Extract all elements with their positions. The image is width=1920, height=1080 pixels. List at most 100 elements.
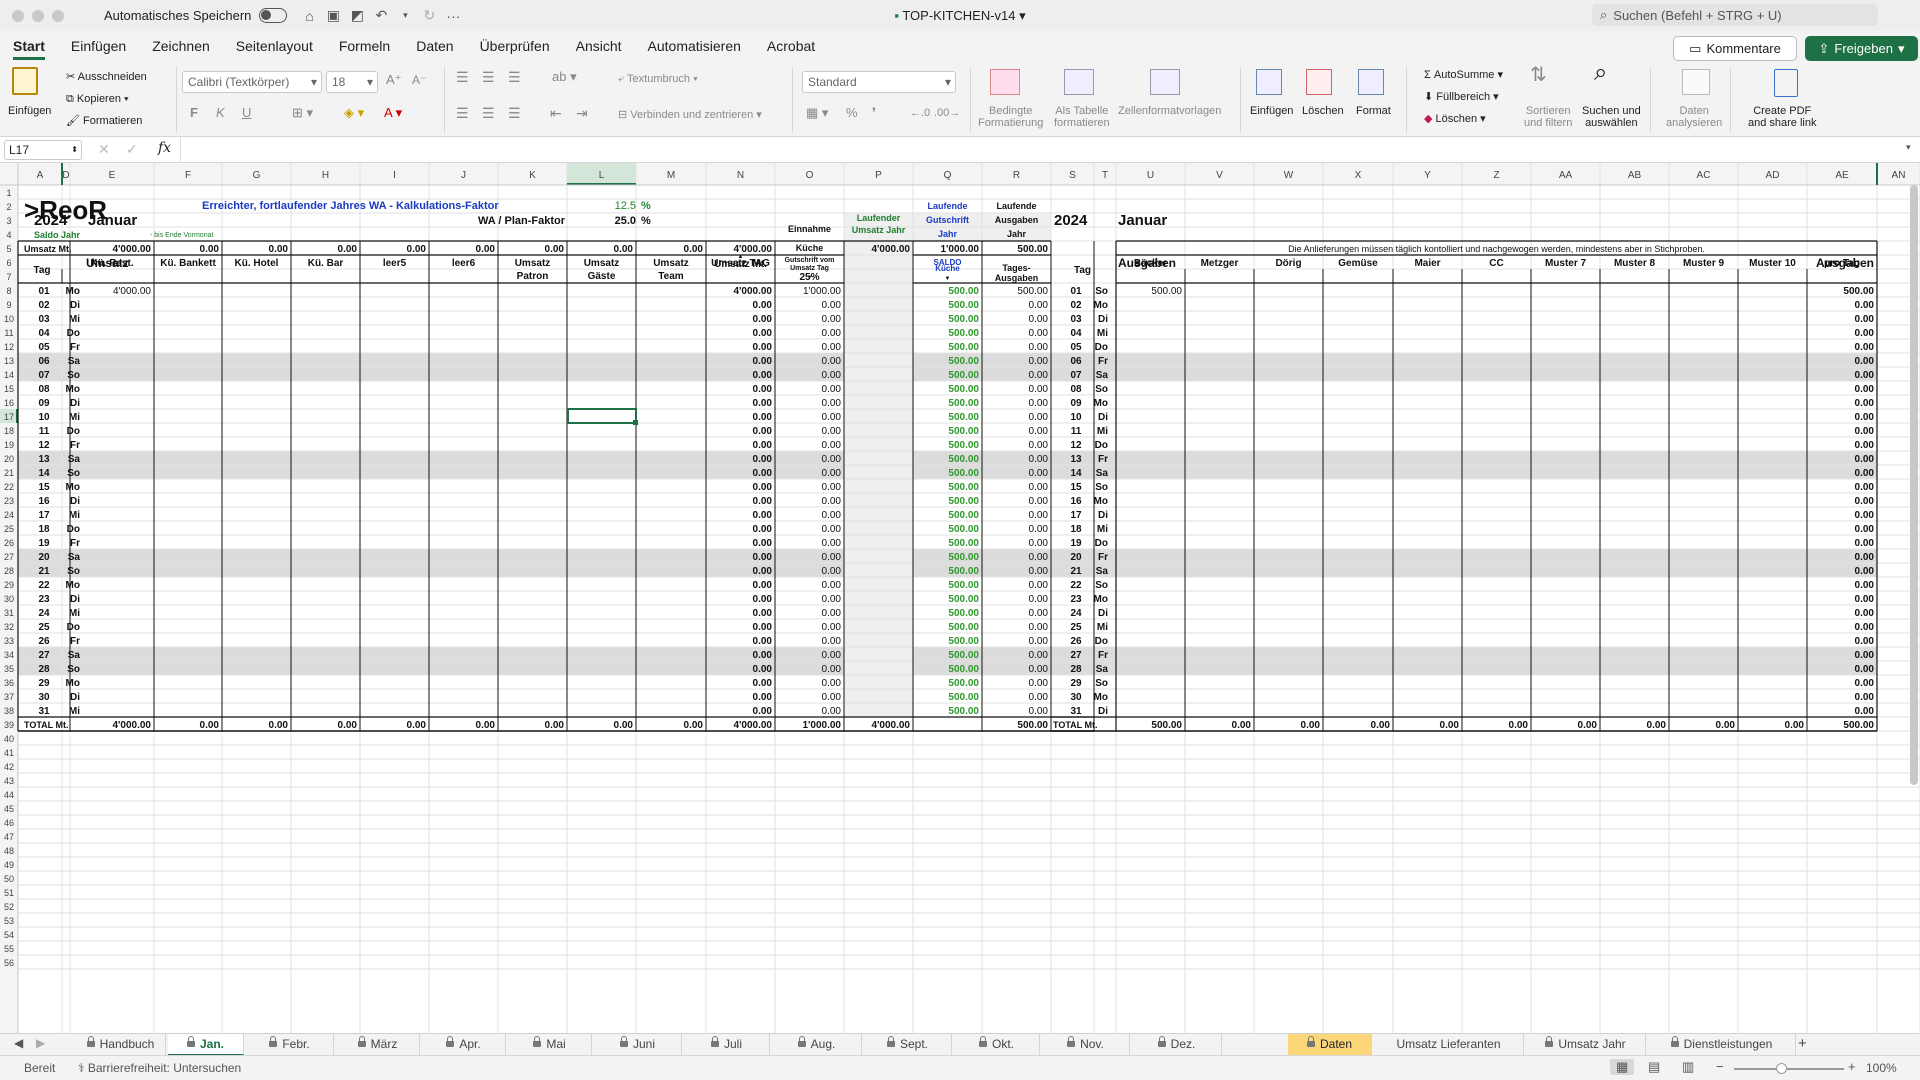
row-header-3[interactable]: 3: [6, 216, 11, 226]
format-cells-icon[interactable]: [1358, 69, 1384, 95]
conditional-format-icon[interactable]: [990, 69, 1020, 95]
create-pdf-icon[interactable]: [1774, 69, 1798, 97]
italic-button[interactable]: K: [216, 106, 225, 119]
increase-decimal-icon[interactable]: ←.0: [910, 107, 930, 119]
sheet-tab-aug-[interactable]: Aug.: [772, 1034, 862, 1056]
column-header-Y[interactable]: Y: [1424, 170, 1431, 181]
merge-center-button[interactable]: ⊟ Verbinden und zentrieren ▾: [618, 109, 762, 121]
row-header-44[interactable]: 44: [4, 790, 14, 800]
column-header-V[interactable]: V: [1216, 170, 1223, 181]
sort-filter-icon[interactable]: ⇅: [1530, 65, 1547, 85]
row-header-32[interactable]: 32: [4, 622, 14, 632]
zoom-slider[interactable]: [1734, 1068, 1844, 1070]
cancel-icon[interactable]: ✕: [98, 141, 110, 158]
column-header-F[interactable]: F: [185, 170, 191, 181]
column-header-N[interactable]: N: [737, 170, 744, 181]
sheet-tab-sept-[interactable]: Sept.: [864, 1034, 952, 1056]
sheet-tab-mai[interactable]: Mai: [508, 1034, 592, 1056]
column-header-P[interactable]: P: [875, 170, 882, 181]
row-header-34[interactable]: 34: [4, 650, 14, 660]
row-header-55[interactable]: 55: [4, 944, 14, 954]
row-header-38[interactable]: 38: [4, 706, 14, 716]
row-header-40[interactable]: 40: [4, 734, 14, 744]
home-icon[interactable]: ⌂: [297, 8, 321, 24]
column-header-U[interactable]: U: [1147, 170, 1154, 181]
row-header-36[interactable]: 36: [4, 678, 14, 688]
column-header-W[interactable]: W: [1284, 170, 1294, 181]
accounting-format-icon[interactable]: ▦ ▾: [806, 106, 828, 119]
column-header-AD[interactable]: AD: [1766, 170, 1780, 181]
column-header-O[interactable]: O: [806, 170, 814, 181]
column-header-T[interactable]: T: [1102, 170, 1108, 181]
delete-cells-icon[interactable]: [1306, 69, 1332, 95]
row-header-10[interactable]: 10: [4, 314, 14, 324]
fill-color-icon[interactable]: ◈ ▾: [344, 106, 364, 119]
row-header-13[interactable]: 13: [4, 356, 14, 366]
function-icon[interactable]: fx: [158, 140, 171, 156]
number-format-select[interactable]: Standard ▾: [802, 71, 956, 93]
zoom-out-icon[interactable]: −: [1716, 1059, 1724, 1074]
sheet-tab-juli[interactable]: Juli: [684, 1034, 770, 1056]
row-header-28[interactable]: 28: [4, 566, 14, 576]
row-header-33[interactable]: 33: [4, 636, 14, 646]
tab-start[interactable]: Start: [13, 38, 45, 60]
sheet-tab-febr-[interactable]: Febr.: [246, 1034, 334, 1056]
conditional-format-button[interactable]: Bedingte Formatierung: [978, 105, 1043, 129]
paste-button[interactable]: Einfügen: [8, 105, 51, 117]
zoom-level[interactable]: 100%: [1866, 1061, 1897, 1075]
row-header-20[interactable]: 20: [4, 454, 14, 464]
row-header-6[interactable]: 6: [6, 258, 11, 268]
analyze-data-icon[interactable]: [1682, 69, 1710, 95]
column-header-S[interactable]: S: [1069, 170, 1076, 181]
column-header-AC[interactable]: AC: [1697, 170, 1711, 181]
autosave-toggle[interactable]: [259, 8, 288, 23]
scroll-left-icon[interactable]: ◀: [14, 1036, 23, 1050]
row-header-52[interactable]: 52: [4, 902, 14, 912]
align-left-icon[interactable]: ☰: [456, 106, 469, 120]
row-header-15[interactable]: 15: [4, 384, 14, 394]
tab-formeln[interactable]: Formeln: [339, 38, 390, 54]
comma-style-icon[interactable]: ❜: [872, 106, 876, 119]
bold-button[interactable]: F: [190, 106, 198, 119]
sheet-tab-dienstleistungen[interactable]: Dienstleistungen: [1648, 1034, 1796, 1056]
row-header-26[interactable]: 26: [4, 538, 14, 548]
row-header-24[interactable]: 24: [4, 510, 14, 520]
save-as-icon[interactable]: ◩: [345, 7, 369, 24]
sheet-tab-märz[interactable]: März: [336, 1034, 420, 1056]
fill-handle[interactable]: [633, 420, 638, 425]
row-header-23[interactable]: 23: [4, 496, 14, 506]
vertical-scrollbar[interactable]: [1910, 185, 1918, 785]
undo-dropdown-icon[interactable]: ▾: [393, 10, 417, 21]
row-header-45[interactable]: 45: [4, 804, 14, 814]
spreadsheet-grid[interactable]: A D E F G H I J K L M N O P Q R S T U V W X Y Z AA AB AC AD AE AN 1 2 3 4…: [0, 163, 1920, 1033]
more-icon[interactable]: ···: [441, 8, 465, 24]
row-header-5[interactable]: 5: [6, 244, 11, 254]
row-header-2[interactable]: 2: [6, 202, 11, 212]
row-header-50[interactable]: 50: [4, 874, 14, 884]
align-bottom-icon[interactable]: ☰: [508, 70, 521, 84]
cell-styles-icon[interactable]: [1150, 69, 1180, 95]
zoom-in-icon[interactable]: +: [1848, 1059, 1856, 1074]
tab-zeichnen[interactable]: Zeichnen: [152, 38, 210, 54]
column-header-J[interactable]: J: [461, 170, 466, 181]
row-header-9[interactable]: 9: [6, 300, 11, 310]
borders-icon[interactable]: ⊞ ▾: [292, 106, 313, 119]
row-header-14[interactable]: 14: [4, 370, 14, 380]
row-header-31[interactable]: 31: [4, 608, 14, 618]
formula-input[interactable]: [182, 137, 1902, 163]
copy-button[interactable]: ⧉ Kopieren ▾: [66, 93, 129, 105]
align-top-icon[interactable]: ☰: [456, 70, 469, 84]
tab-seitenlayout[interactable]: Seitenlayout: [236, 38, 313, 54]
zoom-window-button[interactable]: [52, 9, 64, 22]
column-header-I[interactable]: I: [393, 170, 396, 181]
percent-icon[interactable]: %: [846, 106, 858, 119]
share-button[interactable]: ⇪ Freigeben ▾: [1805, 36, 1918, 61]
save-icon[interactable]: ▣: [321, 7, 345, 24]
column-header-G[interactable]: G: [253, 170, 261, 181]
row-header-47[interactable]: 47: [4, 832, 14, 842]
tab-ansicht[interactable]: Ansicht: [576, 38, 622, 54]
confirm-icon[interactable]: ✓: [126, 141, 138, 158]
row-header-30[interactable]: 30: [4, 594, 14, 604]
row-header-1[interactable]: 1: [6, 188, 11, 198]
row-header-8[interactable]: 8: [6, 286, 11, 296]
